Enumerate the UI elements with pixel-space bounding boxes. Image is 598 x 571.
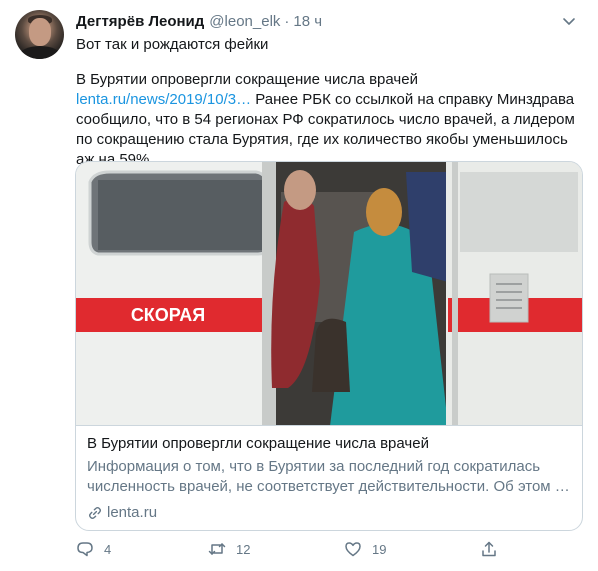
like-button[interactable]: 19 — [344, 540, 386, 558]
heart-icon — [345, 542, 361, 557]
share-button[interactable] — [480, 540, 498, 558]
card-image[interactable]: СКОРАЯ — [76, 162, 582, 426]
author-handle[interactable]: @leon_elk — [209, 13, 280, 30]
tweet-text: Вот так и рождаются фейки — [76, 36, 269, 53]
link-icon — [89, 507, 101, 519]
tweet-link[interactable]: lenta.ru/news/2019/10/3… — [76, 91, 251, 108]
avatar-shirt — [19, 46, 61, 59]
tweet-body: В Бурятии опровергли сокращение числа вр… — [76, 70, 586, 170]
like-count: 19 — [372, 541, 387, 557]
reply-icon — [77, 542, 93, 557]
chevron-down-icon[interactable] — [560, 12, 578, 30]
separator-dot: · — [284, 12, 290, 30]
author-avatar[interactable] — [15, 10, 64, 59]
tweet-time[interactable]: 18 ч — [293, 13, 322, 30]
card-domain: lenta.ru — [87, 503, 572, 523]
link-card[interactable]: СКОРАЯ В Бурятии опровергли сокращение ч… — [75, 161, 583, 531]
card-domain-label: lenta.ru — [107, 504, 158, 521]
card-description: Информация о том, что в Бурятии за после… — [87, 458, 570, 495]
author-name[interactable]: Дегтярёв Леонид — [76, 13, 204, 30]
card-title[interactable]: В Бурятии опровергли сокращение числа вр… — [87, 434, 572, 454]
ambulance-label: СКОРАЯ — [131, 305, 205, 325]
tweet-actions: 4 12 19 — [76, 540, 496, 564]
retweet-icon — [208, 543, 226, 555]
tweet-header: Дегтярёв Леонид @leon_elk · 18 ч — [76, 10, 578, 32]
reply-button[interactable]: 4 — [76, 540, 111, 558]
card-body: В Бурятии опровергли сокращение числа вр… — [76, 426, 582, 523]
reply-count: 4 — [104, 541, 112, 557]
avatar-face — [29, 18, 51, 46]
retweet-count: 12 — [236, 541, 251, 557]
tweet-body-text: В Бурятии опровергли сокращение числа вр… — [76, 71, 418, 88]
retweet-button[interactable]: 12 — [208, 540, 250, 558]
ambulance-photo: СКОРАЯ — [76, 162, 582, 425]
share-icon — [482, 541, 496, 557]
